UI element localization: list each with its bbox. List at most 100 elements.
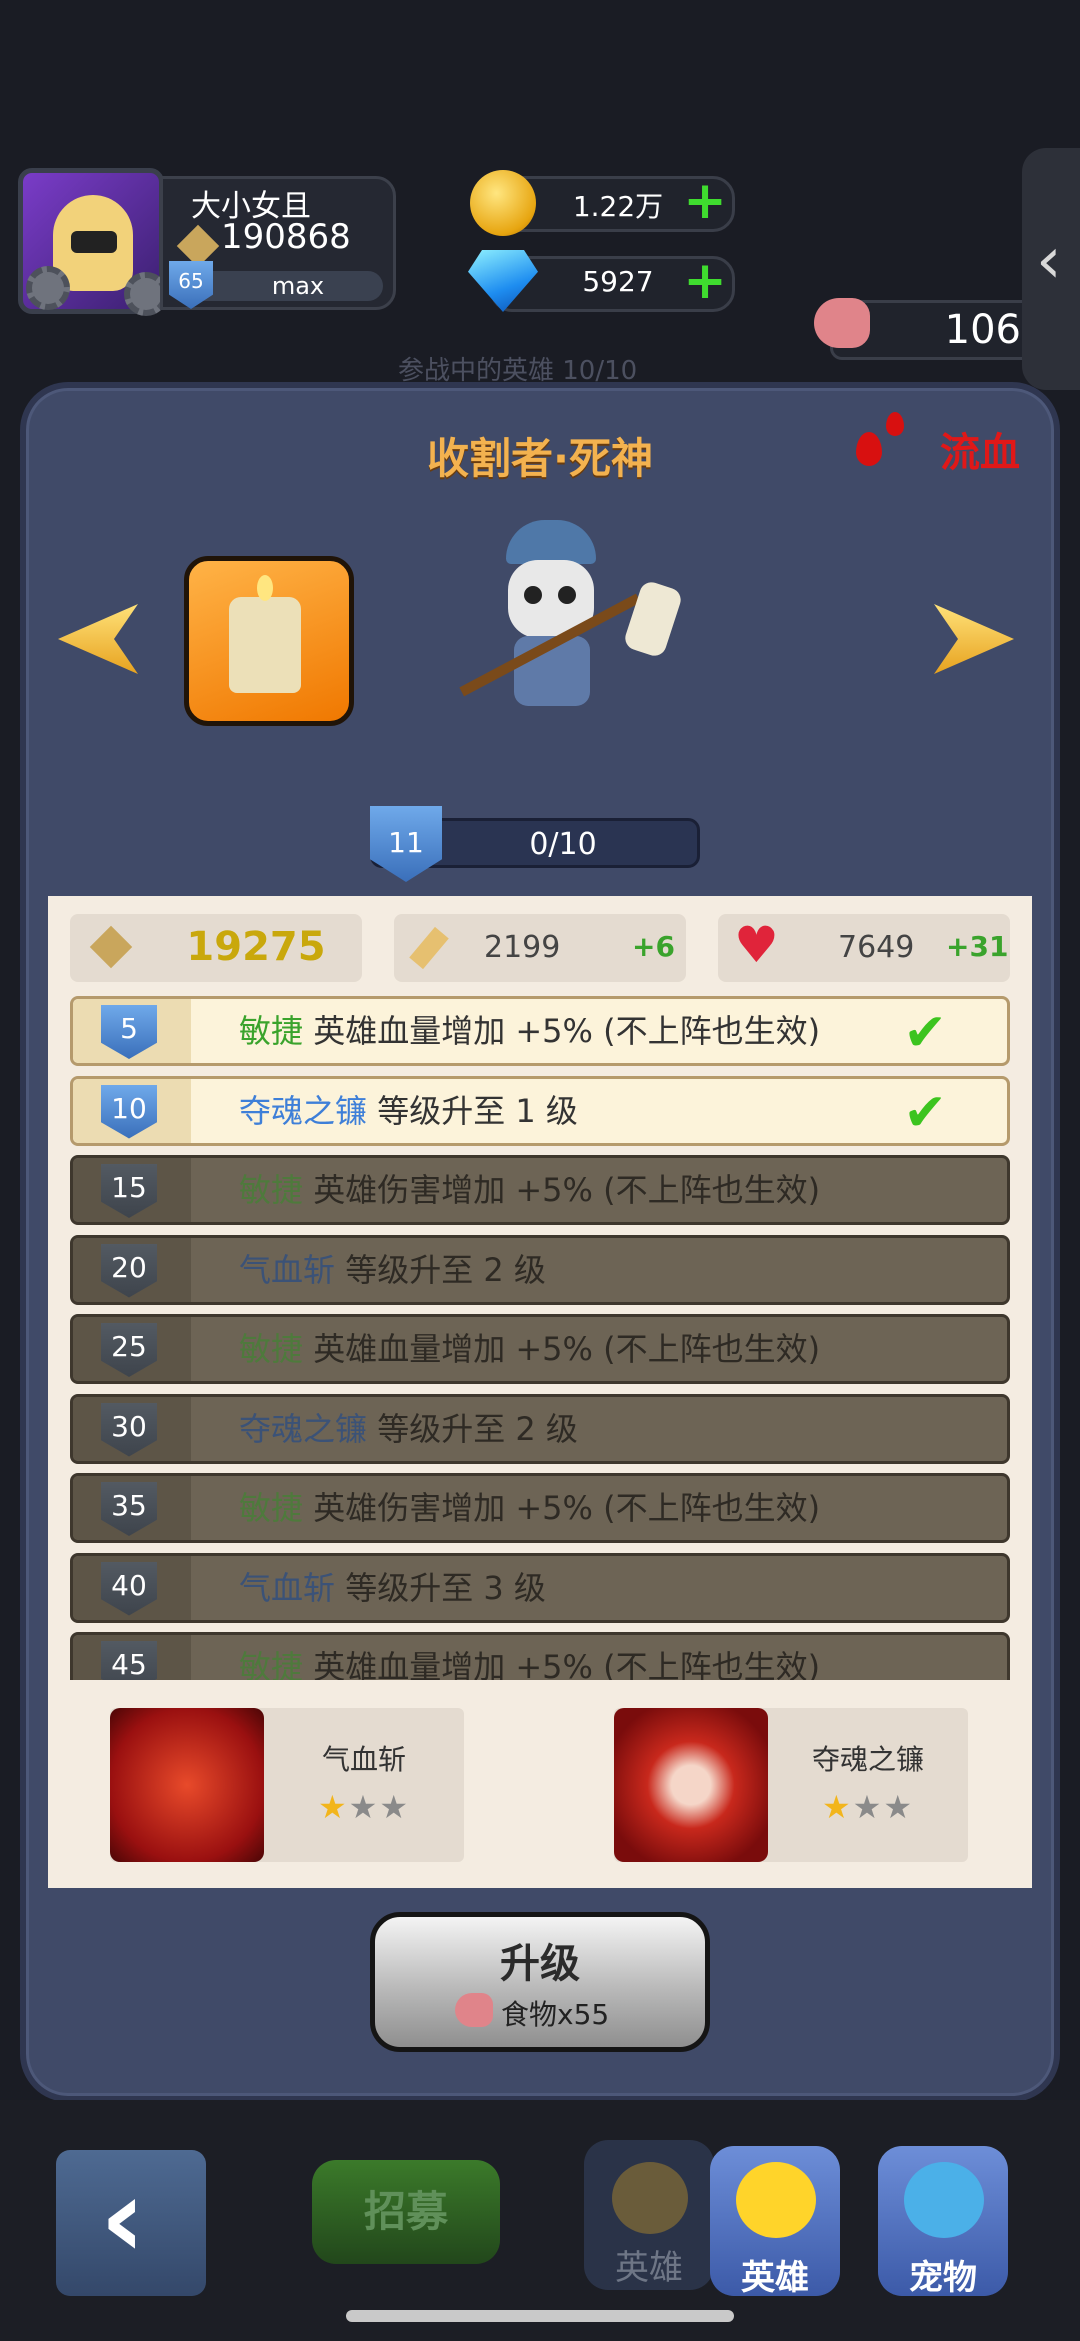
upgrade-cost: 食物x55 bbox=[501, 1998, 610, 2031]
crossed-swords-icon bbox=[89, 925, 133, 969]
talent-description: 敏捷 英雄血量增加 +5% (不上阵也生效) bbox=[239, 1317, 820, 1381]
skill-stars: ★★★ bbox=[264, 1788, 464, 1826]
heart-icon: ♥ bbox=[734, 916, 779, 974]
tab-heroes[interactable]: 英雄 bbox=[710, 2146, 840, 2298]
hp-bonus: +31 bbox=[946, 930, 1009, 963]
skill-stars: ★★★ bbox=[768, 1788, 968, 1826]
talent-description: 气血斩 等级升至 3 级 bbox=[239, 1556, 546, 1620]
talent-description: 敏捷 英雄血量增加 +5% (不上阵也生效) bbox=[239, 999, 820, 1063]
attack-stat: 2199 +6 bbox=[394, 914, 686, 982]
chevron-left-icon: ‹ bbox=[100, 2154, 146, 2282]
talent-keyword: 敏捷 bbox=[239, 1330, 304, 1368]
player-info-panel: 大小女且 190868 65 max bbox=[160, 176, 396, 310]
food-amount: 106 bbox=[944, 307, 1021, 353]
chevron-left-icon: ‹ bbox=[1036, 224, 1062, 298]
meat-icon bbox=[814, 298, 870, 348]
talent-effect: 英雄伤害增加 +5% (不上阵也生效) bbox=[313, 1489, 821, 1527]
blood-drop-small-icon bbox=[886, 412, 904, 436]
talent-effect: 等级升至 2 级 bbox=[377, 1409, 578, 1448]
talent-row: 35 敏捷 英雄伤害增加 +5% (不上阵也生效) bbox=[70, 1473, 1010, 1543]
avatar-mask bbox=[71, 231, 117, 253]
gold-amount: 1.22万 bbox=[572, 190, 664, 223]
talent-description: 敏捷 英雄伤害增加 +5% (不上阵也生效) bbox=[239, 1158, 820, 1222]
talent-effect: 英雄血量增加 +5% (不上阵也生效) bbox=[313, 1012, 821, 1050]
talent-keyword: 气血斩 bbox=[239, 1250, 336, 1289]
star-filled-icon: ★ bbox=[821, 1788, 853, 1826]
pet-dragon-icon bbox=[904, 2162, 984, 2238]
player-power: 190868 bbox=[221, 217, 351, 257]
hero-face-icon bbox=[736, 2162, 816, 2238]
talent-row: 25 敏捷 英雄血量增加 +5% (不上阵也生效) bbox=[70, 1314, 1010, 1384]
recruit-button[interactable]: 招募 bbox=[312, 2160, 500, 2264]
player-level: 65 bbox=[178, 269, 204, 293]
talent-keyword: 气血斩 bbox=[239, 1568, 336, 1607]
talent-effect: 等级升至 3 级 bbox=[345, 1568, 546, 1607]
checkmark-icon: ✔ bbox=[903, 1003, 947, 1063]
exp-label: max bbox=[271, 272, 325, 300]
tab-label: 英雄 bbox=[741, 2258, 809, 2298]
power-stat: 19275 bbox=[70, 914, 362, 982]
roller-head bbox=[622, 579, 684, 659]
star-empty-icon: ★ bbox=[379, 1788, 411, 1826]
talent-row: 10 夺魂之镰 等级升至 1 级 ✔ bbox=[70, 1075, 1010, 1146]
hero-sprite bbox=[450, 520, 690, 720]
power-value: 19275 bbox=[186, 924, 326, 970]
checkmark-icon: ✔ bbox=[903, 1082, 947, 1143]
talent-level-badge: 45 bbox=[101, 1641, 157, 1680]
skill-name: 气血斩 bbox=[321, 1743, 406, 1776]
sword-icon bbox=[409, 926, 449, 970]
talent-description: 敏捷 英雄伤害增加 +5% (不上阵也生效) bbox=[239, 1476, 820, 1540]
skull-eye bbox=[524, 586, 542, 604]
talent-keyword: 夺魂之镰 bbox=[239, 1409, 368, 1448]
talent-effect: 英雄血量增加 +5% (不上阵也生效) bbox=[313, 1330, 821, 1368]
skill-card[interactable]: 气血斩 ★★★ bbox=[110, 1708, 464, 1862]
talent-effect: 英雄血量增加 +5% (不上阵也生效) bbox=[313, 1648, 821, 1680]
tab-label: 英雄 bbox=[615, 2248, 683, 2288]
blood-slash-skill-icon bbox=[110, 1708, 264, 1862]
gear-icon bbox=[26, 266, 70, 310]
tab-label: 宠物 bbox=[909, 2258, 977, 2298]
hero-level: 11 bbox=[388, 826, 424, 859]
hero-trait: 流血 bbox=[940, 430, 1020, 476]
skull-eye bbox=[558, 586, 576, 604]
star-empty-icon: ★ bbox=[852, 1788, 884, 1826]
add-gold-button[interactable]: + bbox=[683, 175, 727, 227]
attack-bonus: +6 bbox=[632, 930, 675, 963]
skull-scythe-skill-icon bbox=[614, 1708, 768, 1862]
back-button[interactable]: ‹ bbox=[56, 2150, 206, 2296]
upgrade-label: 升级 bbox=[500, 1941, 580, 1987]
talent-row: 45 敏捷 英雄血量增加 +5% (不上阵也生效) bbox=[70, 1632, 1010, 1680]
upgrade-button[interactable]: 升级 食物x55 bbox=[370, 1912, 710, 2052]
talent-row: 20 气血斩 等级升至 2 级 bbox=[70, 1234, 1010, 1305]
level-progress-text: 0/10 bbox=[529, 827, 597, 862]
candle-icon bbox=[229, 597, 301, 693]
blood-drop-icon bbox=[856, 432, 882, 466]
tab-heroes-dim[interactable]: 英雄 bbox=[584, 2140, 714, 2290]
tab-pets[interactable]: 宠物 bbox=[878, 2146, 1008, 2298]
talent-effect: 等级升至 2 级 bbox=[345, 1250, 546, 1289]
hero-cap bbox=[506, 520, 596, 564]
talent-keyword: 敏捷 bbox=[239, 1648, 304, 1680]
talent-description: 气血斩 等级升至 2 级 bbox=[239, 1238, 546, 1302]
star-empty-icon: ★ bbox=[348, 1788, 380, 1826]
hp-stat: ♥ 7649 +31 bbox=[718, 914, 1010, 982]
skill-card[interactable]: 夺魂之镰 ★★★ bbox=[614, 1708, 968, 1862]
talent-keyword: 敏捷 bbox=[239, 1489, 304, 1527]
side-menu-toggle[interactable]: ‹ bbox=[1022, 148, 1080, 390]
hero-name: 收割者·死神 bbox=[427, 434, 653, 483]
star-empty-icon: ★ bbox=[883, 1788, 915, 1826]
talent-description: 敏捷 英雄血量增加 +5% (不上阵也生效) bbox=[239, 1635, 820, 1680]
gold-coin-icon bbox=[470, 170, 536, 236]
hp-value: 7649 bbox=[838, 930, 915, 965]
talent-keyword: 夺魂之镰 bbox=[239, 1091, 368, 1130]
gem-amount: 5927 bbox=[582, 265, 654, 298]
talent-description: 夺魂之镰 等级升至 2 级 bbox=[239, 1397, 578, 1461]
talent-description: 夺魂之镰 等级升至 1 级 bbox=[239, 1079, 578, 1143]
attack-value: 2199 bbox=[484, 930, 561, 965]
talent-keyword: 敏捷 bbox=[239, 1012, 304, 1050]
home-indicator bbox=[346, 2310, 734, 2322]
add-gems-button[interactable]: + bbox=[683, 255, 727, 307]
talent-effect: 等级升至 1 级 bbox=[377, 1091, 578, 1130]
hero-class-badge[interactable] bbox=[184, 556, 354, 726]
hero-face-icon bbox=[612, 2162, 688, 2234]
